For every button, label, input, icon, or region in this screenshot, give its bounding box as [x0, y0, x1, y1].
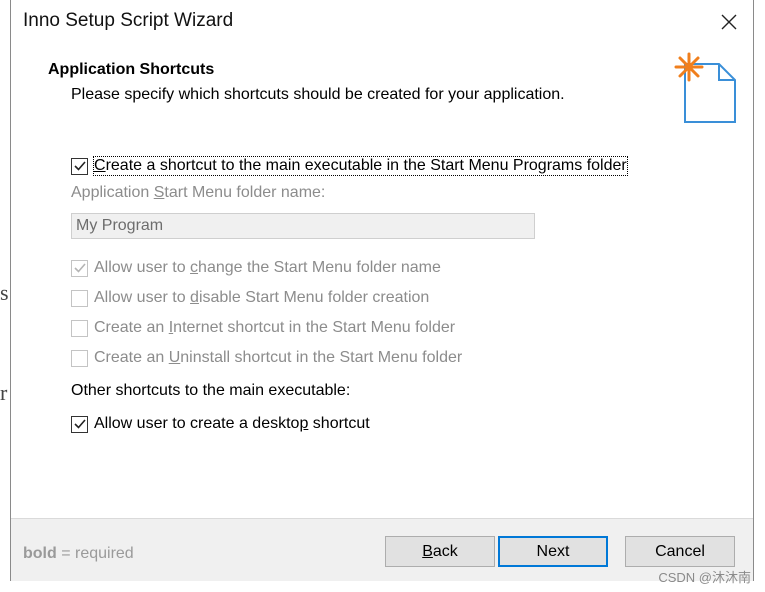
background-text-fragment: r — [0, 380, 8, 405]
allow-change-folder-option[interactable]: Allow user to change the Start Menu fold… — [71, 259, 441, 277]
main-shortcut-checkbox[interactable] — [71, 157, 88, 175]
allow-disable-folder-checkbox[interactable] — [71, 289, 88, 307]
next-button[interactable]: Next — [498, 536, 608, 567]
folder-name-label: Application Start Menu folder name: — [71, 184, 326, 201]
checkmark-icon — [73, 161, 86, 171]
cancel-button[interactable]: Cancel — [625, 536, 735, 567]
allow-disable-folder-label: Allow user to disable Start Menu folder … — [94, 289, 430, 306]
internet-shortcut-label: Create an Internet shortcut in the Start… — [94, 319, 456, 336]
other-shortcuts-label: Other shortcuts to the main executable: — [71, 382, 351, 399]
allow-change-folder-label: Allow user to change the Start Menu fold… — [94, 259, 441, 276]
folder-name-input[interactable] — [71, 213, 535, 239]
background-text-fragment: s — [0, 280, 9, 305]
required-legend: bold = required — [23, 545, 134, 562]
watermark: CSDN @沐沐南 — [658, 570, 751, 585]
checkmark-icon — [73, 419, 86, 429]
desktop-shortcut-label: Allow user to create a desktop shortcut — [94, 415, 370, 432]
desktop-shortcut-option[interactable]: Allow user to create a desktop shortcut — [71, 415, 370, 433]
close-button[interactable] — [709, 4, 749, 40]
allow-change-folder-checkbox[interactable] — [71, 259, 88, 277]
main-shortcut-option[interactable]: Create a shortcut to the main executable… — [71, 156, 628, 176]
title-bar: Inno Setup Script Wizard — [11, 0, 753, 44]
window-title: Inno Setup Script Wizard — [23, 10, 234, 31]
wizard-dialog: Inno Setup Script Wizard Application Sho… — [10, 0, 754, 581]
allow-disable-folder-option[interactable]: Allow user to disable Start Menu folder … — [71, 289, 429, 307]
back-button[interactable]: Back — [385, 536, 495, 567]
main-shortcut-label: Create a shortcut to the main executable… — [93, 156, 628, 176]
uninstall-shortcut-option[interactable]: Create an Uninstall shortcut in the Star… — [71, 349, 462, 367]
internet-shortcut-option[interactable]: Create an Internet shortcut in the Start… — [71, 319, 455, 337]
uninstall-shortcut-checkbox[interactable] — [71, 349, 88, 367]
wizard-document-icon — [674, 52, 736, 123]
desktop-shortcut-checkbox[interactable] — [71, 415, 88, 433]
wizard-footer: bold = required Back Next Cancel — [11, 518, 753, 581]
close-icon — [721, 14, 737, 30]
internet-shortcut-checkbox[interactable] — [71, 319, 88, 337]
uninstall-shortcut-label: Create an Uninstall shortcut in the Star… — [94, 349, 463, 366]
page-title: Application Shortcuts — [48, 61, 215, 78]
checkmark-icon — [73, 263, 86, 273]
page-subtitle: Please specify which shortcuts should be… — [71, 86, 565, 103]
